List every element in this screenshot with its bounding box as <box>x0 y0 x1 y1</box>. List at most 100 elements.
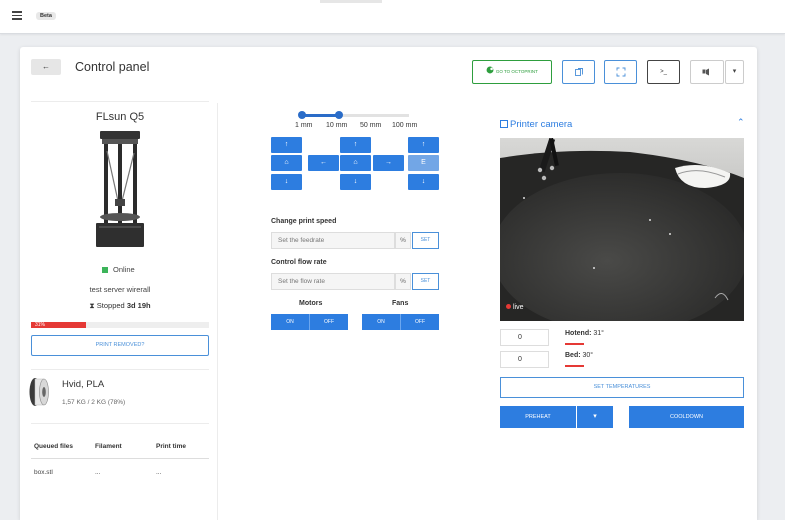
extrude-button[interactable]: E <box>408 155 439 171</box>
motors-label: Motors <box>299 300 323 307</box>
live-label: live <box>513 304 524 311</box>
flow-rate-unit: % <box>395 273 411 290</box>
hotend-temperature: Hotend: 31° <box>565 330 604 337</box>
set-temperatures-button[interactable]: SET TEMPERATURES <box>500 377 744 398</box>
queue-row-time: ... <box>156 469 162 476</box>
jog-xy-home-button[interactable]: ⌂ <box>271 155 302 171</box>
queue-header-filament: Filament <box>95 443 122 450</box>
live-dot-icon <box>506 304 511 309</box>
filament-spool-icon <box>29 378 49 406</box>
hotend-target-input[interactable]: 0 <box>500 329 549 346</box>
jog-left-button[interactable]: ← <box>308 155 339 171</box>
jog-e-down-button[interactable]: ↓ <box>408 174 439 190</box>
octoprint-icon <box>486 66 494 74</box>
filament-weight: 1,57 KG / 2 KG (78%) <box>62 399 126 406</box>
queue-header-divider <box>31 458 209 459</box>
column-divider <box>217 103 218 520</box>
step-label-10mm: 10 mm <box>326 122 348 129</box>
set-feedrate-button[interactable]: SET <box>412 232 439 249</box>
fans-label: Fans <box>392 300 409 307</box>
preheat-button[interactable]: PREHEAT <box>500 406 576 428</box>
print-progress-bar: 31% <box>31 322 209 328</box>
refresh-button[interactable] <box>562 60 595 84</box>
jog-e-up-button[interactable]: ↑ <box>408 137 439 153</box>
queue-row-file[interactable]: box.stl <box>34 469 53 476</box>
jog-z-down-button[interactable]: ↓ <box>340 174 371 190</box>
step-slider-fill <box>302 114 339 117</box>
step-label-100mm: 100 mm <box>392 122 418 129</box>
print-progress-fill: 31% <box>31 322 87 328</box>
set-flow-rate-button[interactable]: SET <box>412 273 439 290</box>
jog-xy-up-button[interactable]: ↑ <box>271 137 302 153</box>
printer-status: Online <box>102 265 135 274</box>
fullscreen-button[interactable] <box>604 60 637 84</box>
collapse-chevron-icon[interactable]: ⌃ <box>737 117 745 128</box>
control-dropdown-button[interactable]: ▾ <box>725 60 744 84</box>
fans-off-button[interactable]: OFF <box>400 314 439 330</box>
chevron-down-icon: ▾ <box>732 68 737 75</box>
step-slider-start-knob[interactable] <box>298 111 306 119</box>
control-menu-button[interactable] <box>690 60 724 84</box>
feedrate-unit: % <box>395 232 411 249</box>
divider <box>31 423 209 424</box>
printer-name: FLsun Q5 <box>95 111 145 123</box>
fans-on-button[interactable]: ON <box>362 314 400 330</box>
beta-badge: Beta <box>36 12 56 20</box>
step-slider-knob[interactable] <box>335 111 343 119</box>
refresh-icon <box>574 68 583 76</box>
top-bar: Beta <box>0 0 785 34</box>
cooldown-button[interactable]: COOLDOWN <box>629 406 744 428</box>
preheat-dropdown-button[interactable]: ▾ <box>577 406 613 428</box>
camera-title[interactable]: Printer camera <box>500 119 572 130</box>
hotend-current: 31° <box>591 330 604 337</box>
camera-image <box>500 138 744 321</box>
print-speed-label: Change print speed <box>271 218 337 225</box>
bed-target-input[interactable]: 0 <box>500 351 549 368</box>
back-button[interactable]: ← <box>31 59 61 75</box>
terminal-icon: >_ <box>660 69 667 75</box>
top-tab-indicator <box>320 0 382 3</box>
bed-temp-bar <box>565 365 584 367</box>
motors-off-button[interactable]: OFF <box>309 314 348 330</box>
queue-header-file: Queued files <box>34 443 74 450</box>
hamburger-menu-icon[interactable] <box>12 11 22 20</box>
camera-feed: live <box>500 138 744 321</box>
left-divider <box>31 101 209 102</box>
queue-header-time: Print time <box>156 443 186 450</box>
bed-current: 30° <box>580 352 594 359</box>
print-removed-button[interactable]: PRINT REMOVED? <box>31 335 209 356</box>
hotend-label: Hotend: <box>565 330 592 337</box>
queue-row-filament: ... <box>95 469 101 476</box>
jog-z-up-button[interactable]: ↑ <box>340 137 371 153</box>
jog-xy-down-button[interactable]: ↓ <box>271 174 302 190</box>
step-label-1mm: 1 mm <box>295 122 313 129</box>
control-panel: ← Control panel GO TO OCTOPRINT >_ ▾ FLs… <box>20 47 757 520</box>
status-dot <box>102 267 108 273</box>
live-indicator: live <box>506 304 524 311</box>
bed-temperature: Bed: 30° <box>565 352 593 359</box>
fullscreen-icon <box>616 67 625 77</box>
step-label-50mm: 50 mm <box>360 122 382 129</box>
stopped-duration: 3d 19h <box>126 301 151 310</box>
hourglass-icon: ⧗ <box>89 301 95 310</box>
stopped-info: ⧗ Stopped 3d 19h <box>20 301 220 311</box>
flow-rate-input[interactable]: Set the flow rate <box>271 273 395 290</box>
hotend-temp-bar <box>565 343 584 345</box>
stopped-prefix: Stopped <box>96 301 127 310</box>
go-to-octoprint-button[interactable]: GO TO OCTOPRINT <box>472 60 552 84</box>
motors-on-button[interactable]: ON <box>271 314 309 330</box>
flow-rate-label: Control flow rate <box>271 259 327 266</box>
feedrate-input[interactable]: Set the feedrate <box>271 232 395 249</box>
terminal-button[interactable]: >_ <box>647 60 680 84</box>
printer-status-label: Online <box>113 265 135 274</box>
bed-label: Bed: <box>565 352 581 359</box>
filament-name: Hvid, PLA <box>62 379 105 390</box>
page-title: Control panel <box>75 60 150 74</box>
server-name: test server wirerall <box>89 285 151 294</box>
divider <box>31 369 209 370</box>
camera-title-label: Printer camera <box>510 119 573 130</box>
jog-right-button[interactable]: → <box>373 155 404 171</box>
go-to-octoprint-label: GO TO OCTOPRINT <box>495 69 538 74</box>
camera-icon <box>500 120 508 128</box>
jog-z-home-button[interactable]: ⌂ <box>340 155 371 171</box>
